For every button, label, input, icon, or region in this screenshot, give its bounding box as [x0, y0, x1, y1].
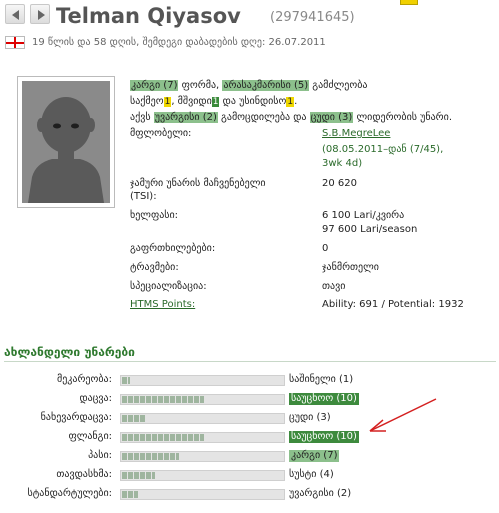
wage-season: 97 600 Lari/season — [322, 224, 418, 235]
description-text: , მშვიდი — [171, 96, 212, 107]
skill-level-text: საშინელი (1) — [289, 374, 354, 385]
highlighted-skill-text: არასაკმარისი (5) — [222, 80, 310, 91]
player-description: კარგი (7) ფორმა, არასაკმარისი (5) გამძლე… — [130, 78, 490, 126]
wage-week: 6 100 Lari/კვირა — [322, 210, 405, 221]
skill-bar — [120, 375, 285, 386]
avatar-silhouette-icon — [22, 81, 110, 203]
skill-bar — [120, 470, 285, 481]
next-player-button[interactable] — [30, 4, 50, 24]
skill-level-text: კარგი (7) — [289, 450, 340, 462]
skill-bar — [120, 413, 285, 424]
description-text: გამძლეობა — [309, 80, 368, 91]
skill-bar-fill — [122, 491, 138, 498]
highlighted-skill-text: უვარგისი (2) — [153, 112, 218, 123]
description-text: გამოცდილება და — [217, 112, 310, 123]
trait-level-badge: 1 — [286, 97, 295, 107]
description-line: საქმეო1, მშვიდი1 და უსინდისო1. — [130, 94, 490, 110]
skill-bar — [120, 489, 285, 500]
wage-label: ხელფასი: — [130, 210, 179, 221]
corner-badge-icon[interactable] — [400, 0, 418, 5]
player-name: Telman Qiyasov — [56, 4, 241, 28]
highlighted-skill-text: ცუდი (3) — [309, 112, 354, 123]
owner-label: მფლობელი: — [130, 128, 192, 139]
skill-level-text: საუცხოო (10) — [289, 431, 359, 443]
description-text: ფორმა, — [178, 80, 223, 91]
owner-since: (08.05.2011–დან (7/45), — [322, 144, 444, 155]
description-text: ლიდერობის უნარი. — [353, 112, 453, 123]
skill-label: სტანდარტულები: — [27, 488, 113, 499]
skill-label: პასი: — [88, 450, 112, 461]
age-line: 19 წლის და 58 დღის, შემდეგი დაბადების დღ… — [32, 37, 326, 48]
skill-bar-fill — [122, 472, 155, 479]
specialty-label: სპეციალიზაცია: — [130, 281, 207, 292]
skill-label: ფლანგი: — [68, 431, 112, 442]
owner-link[interactable]: S.B.MegreLee — [322, 128, 390, 139]
injury-label: ტრავმები: — [130, 262, 179, 273]
player-id: (297941645) — [270, 10, 355, 25]
description-text: და უსინდისო — [219, 96, 287, 107]
skill-label: ნახევარდაცვა: — [40, 412, 112, 423]
tsi-value: 20 620 — [322, 178, 357, 189]
skill-label: დაცვა: — [79, 393, 112, 404]
skills-section-title: ახლანდელი უნარები — [4, 345, 135, 359]
highlighted-skill-text: კარგი (7) — [130, 80, 179, 91]
skill-bar-fill — [122, 434, 204, 441]
htms-points-link[interactable]: HTMS Points: — [130, 299, 195, 310]
skill-bar-fill — [122, 377, 130, 384]
skill-bar-fill — [122, 396, 204, 403]
specialty-value: თავი — [322, 281, 346, 292]
skill-label: თავდასხმა: — [56, 469, 112, 480]
previous-player-button[interactable] — [5, 4, 25, 24]
tsi-label-suffix: (TSI): — [130, 191, 157, 202]
htms-value: Ability: 691 / Potential: 1932 — [322, 299, 464, 310]
skill-bar — [120, 451, 285, 462]
warnings-value: 0 — [322, 243, 329, 254]
section-divider — [4, 361, 496, 362]
skill-level-text: საუცხოო (10) — [289, 393, 359, 405]
player-avatar — [17, 76, 115, 208]
skill-bar — [120, 432, 285, 443]
skill-bar — [120, 394, 285, 405]
description-text: საქმეო — [130, 96, 164, 107]
owner-weeks: 3wk 4d) — [322, 158, 363, 169]
description-line: აქვს უვარგისი (2) გამოცდილება და ცუდი (3… — [130, 110, 490, 126]
tsi-label: ჯამური უნარის მაჩვენებელი — [130, 178, 266, 189]
georgia-flag-icon — [5, 36, 25, 49]
skill-level-text: უვარგისი (2) — [289, 488, 352, 499]
skill-level-text: ცუდი (3) — [289, 412, 331, 423]
warnings-label: გაფრთხილებები: — [130, 243, 216, 254]
skill-label: მეკარეობა: — [56, 374, 112, 385]
description-line: კარგი (7) ფორმა, არასაკმარისი (5) გამძლე… — [130, 78, 490, 94]
injury-value: ჯანმრთელი — [322, 262, 379, 273]
skill-bar-fill — [122, 415, 146, 422]
skill-level-text: სუსტი (4) — [289, 469, 334, 480]
description-text: . — [294, 96, 298, 107]
description-text: აქვს — [130, 112, 154, 123]
skill-bar-fill — [122, 453, 179, 460]
